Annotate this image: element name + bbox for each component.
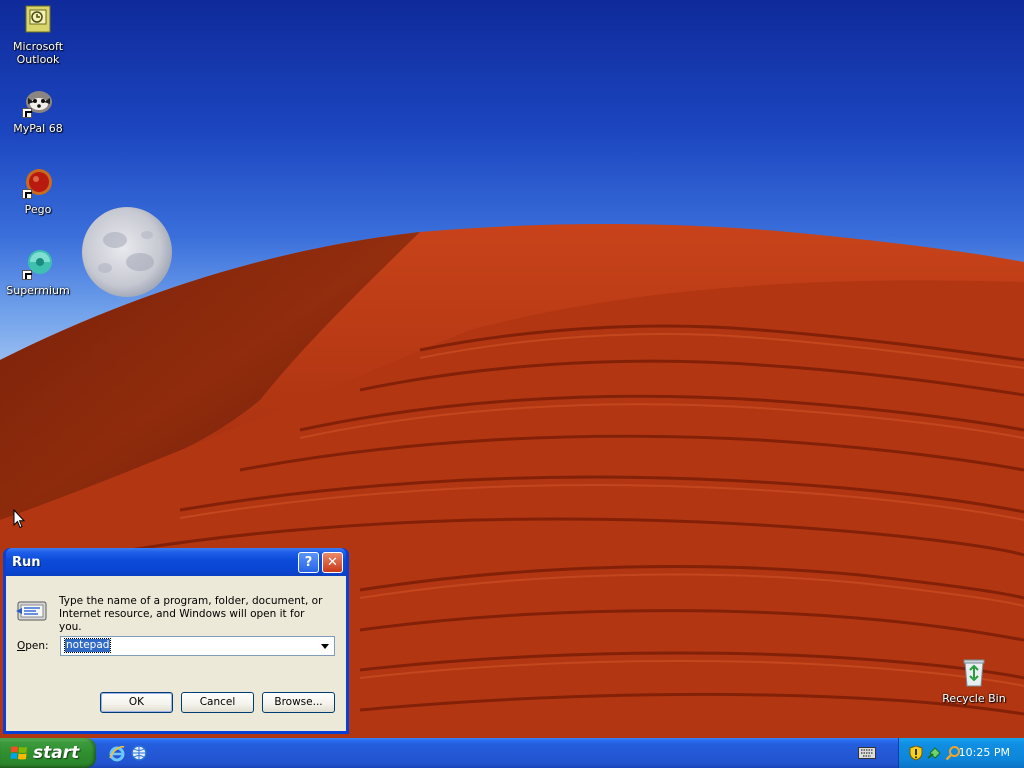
close-button[interactable]: ✕: [322, 552, 343, 573]
desktop-icon-label-line2: Outlook: [16, 53, 60, 66]
supermium-icon: [22, 248, 54, 280]
desktop-icon-pego[interactable]: Pego: [0, 167, 76, 216]
run-dialog-body: Type the name of a program, folder, docu…: [6, 576, 346, 731]
run-dialog-titlebar[interactable]: Run ? ✕: [6, 548, 346, 576]
keyboard-icon[interactable]: [858, 747, 876, 759]
network-icon[interactable]: [927, 745, 943, 761]
windows-logo-icon: [10, 746, 27, 760]
browse-button[interactable]: Browse...: [262, 692, 335, 713]
open-label: Open:: [17, 640, 49, 652]
mouse-cursor-icon: [13, 509, 25, 529]
desktop-icon-label: Recycle Bin: [942, 692, 1006, 705]
moon: [82, 207, 172, 297]
help-button[interactable]: ?: [298, 552, 319, 573]
dialog-title: Run: [12, 555, 41, 570]
shortcut-arrow-icon: [22, 189, 32, 199]
desktop-icon-mypal[interactable]: MyPal 68: [0, 86, 76, 135]
cancel-button[interactable]: Cancel: [181, 692, 254, 713]
browser-icon[interactable]: [130, 744, 148, 762]
internet-explorer-icon[interactable]: [108, 744, 126, 762]
desktop-icon-label: MyPal 68: [13, 122, 63, 135]
desktop-icon-recycle-bin[interactable]: Recycle Bin: [936, 656, 1012, 705]
shortcut-arrow-icon: [22, 108, 32, 118]
taskbar[interactable]: start 10:25 PM: [0, 738, 1024, 768]
security-shield-icon[interactable]: [908, 745, 924, 761]
run-program-icon: [16, 601, 47, 621]
recycle-bin-icon: [958, 656, 990, 688]
open-label-rest: pen:: [25, 640, 49, 652]
start-button[interactable]: start: [0, 738, 96, 768]
mypal-icon: [22, 86, 54, 118]
outlook-icon: [22, 4, 54, 36]
shortcut-arrow-icon: [22, 270, 32, 280]
open-input[interactable]: notepad: [63, 638, 112, 653]
start-label: start: [33, 743, 80, 763]
run-dialog[interactable]: Run ? ✕ Type the name of a program, fold…: [3, 548, 349, 734]
desktop-icon-label: Supermium: [6, 284, 70, 297]
desktop-icon-supermium[interactable]: Supermium: [0, 248, 76, 297]
dropdown-arrow-icon[interactable]: [317, 638, 333, 654]
dialog-description: Type the name of a program, folder, docu…: [59, 595, 323, 633]
clock[interactable]: 10:25 PM: [959, 746, 1010, 759]
pego-icon: [22, 167, 54, 199]
desktop-icon-label: Pego: [24, 203, 52, 216]
ok-button[interactable]: OK: [100, 692, 173, 713]
open-combobox[interactable]: notepad: [60, 636, 335, 656]
desktop-icon-outlook[interactable]: Microsoft Outlook: [0, 4, 76, 66]
desktop-icon-label: Microsoft: [12, 40, 64, 53]
system-tray[interactable]: 10:25 PM: [898, 738, 1024, 768]
